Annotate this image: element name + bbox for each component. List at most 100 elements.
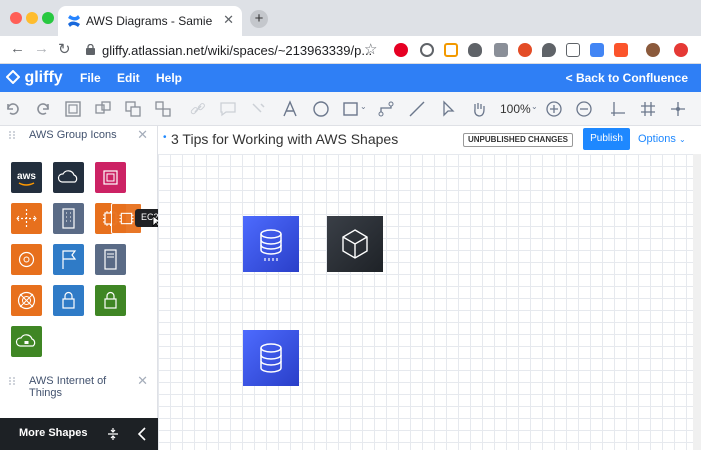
corporate-datacenter-shape[interactable] [53, 203, 84, 234]
collapse-icon[interactable] [106, 427, 120, 441]
translate-icon[interactable] [590, 43, 604, 57]
pointer-tool-icon[interactable] [440, 100, 458, 118]
document-title[interactable]: 3 Tips for Working with AWS Shapes [171, 131, 398, 147]
connector-tool-icon[interactable] [377, 100, 395, 118]
workflow-icon [103, 170, 118, 185]
more-shapes-bar[interactable]: More Shapes [0, 418, 158, 450]
menu-edit[interactable]: Edit [117, 71, 140, 85]
private-subnet-shape[interactable] [95, 285, 126, 316]
region-shape[interactable] [53, 244, 84, 275]
gliffy-logo-icon [5, 69, 21, 85]
moon-icon[interactable] [420, 43, 434, 57]
vertical-scrollbar[interactable] [693, 154, 701, 450]
redo-icon[interactable] [34, 100, 52, 118]
zoom-chevron-icon[interactable]: ⌄ [531, 102, 538, 111]
grid-icon[interactable] [639, 100, 657, 118]
publish-button[interactable]: Publish [583, 128, 630, 150]
pinterest-icon[interactable] [394, 43, 408, 57]
drawing-canvas[interactable] [158, 154, 701, 450]
chevron-down-icon: ⌄ [678, 135, 686, 144]
zoom-in-icon[interactable] [545, 100, 563, 118]
ellipse-tool-icon[interactable] [312, 100, 330, 118]
rectangle-tool-icon[interactable] [342, 100, 360, 118]
avatar[interactable] [646, 43, 660, 57]
target-icon [17, 291, 36, 310]
lock-icon [104, 291, 117, 309]
menu-file[interactable]: File [80, 71, 101, 85]
chevron-down-icon[interactable]: ⌄ [360, 102, 367, 111]
auto-scaling-icon [16, 209, 37, 228]
comment-icon[interactable] [219, 100, 237, 118]
aws-cloud-logo-shape[interactable]: aws [11, 162, 42, 193]
code-icon[interactable] [566, 43, 580, 57]
guides-icon[interactable] [669, 100, 687, 118]
shield-icon[interactable] [468, 43, 482, 57]
url-text: gliffy.atlassian.net/wiki/spaces/~213963… [102, 43, 373, 58]
ungroup-icon[interactable] [94, 100, 112, 118]
options-dropdown[interactable]: Options ⌄ [638, 133, 686, 145]
send-back-icon[interactable] [154, 100, 172, 118]
vpc-shape[interactable] [53, 285, 84, 316]
forward-arrow-icon[interactable]: → [34, 40, 49, 57]
aws-cloud-shape[interactable] [53, 162, 84, 193]
minimize-window-button[interactable] [26, 12, 38, 24]
line-tool-icon[interactable] [408, 100, 426, 118]
canvas-shape-database-2[interactable] [243, 330, 299, 386]
close-icon[interactable]: ✕ [137, 127, 148, 143]
server-contents-shape[interactable] [95, 244, 126, 275]
spot-fleet-shape[interactable] [11, 244, 42, 275]
brave-icon[interactable] [614, 43, 628, 57]
elastic-beanstalk-container-shape[interactable] [11, 285, 42, 316]
zoom-out-icon[interactable] [575, 100, 593, 118]
toolbar: ⌄ 100% ⌄ [0, 92, 701, 126]
bookmark-star-icon[interactable]: ☆ [364, 40, 377, 58]
format-painter-icon[interactable] [249, 100, 267, 118]
bring-front-icon[interactable] [124, 100, 142, 118]
extension-icon[interactable] [494, 43, 508, 57]
close-icon[interactable]: ✕ [137, 373, 148, 389]
tab-close-icon[interactable]: ✕ [223, 12, 234, 28]
section-header-aws-iot[interactable]: AWS Internet of Things ✕ [0, 372, 158, 402]
menu-help[interactable]: Help [156, 71, 182, 85]
drag-handle-icon[interactable] [8, 376, 16, 386]
back-arrow-icon[interactable]: ← [10, 40, 25, 57]
maximize-window-button[interactable] [42, 12, 54, 24]
text-tool-icon[interactable] [281, 100, 299, 118]
cloud-icon [57, 170, 78, 183]
tab-title: AWS Diagrams - Samie Kaufma [86, 14, 214, 28]
hand-tool-icon[interactable] [470, 100, 488, 118]
aws-step-functions-shape[interactable] [95, 162, 126, 193]
bullet-icon: • [163, 132, 167, 143]
drag-handle-icon[interactable] [8, 130, 16, 140]
close-window-button[interactable] [10, 12, 22, 24]
new-tab-button[interactable]: + [250, 10, 268, 28]
public-subnet-shape[interactable] [11, 326, 42, 357]
app-header: gliffy File Edit Help < Back to Confluen… [0, 64, 701, 92]
group-icon[interactable] [64, 100, 82, 118]
canvas-shape-database-1[interactable] [243, 216, 299, 272]
browser-tab[interactable]: AWS Diagrams - Samie Kaufma ✕ [58, 6, 242, 36]
section-header-aws-group-icons[interactable]: AWS Group Icons ✕ [0, 126, 158, 146]
back-to-confluence-link[interactable]: < Back to Confluence [566, 71, 688, 85]
canvas-shape-ec2[interactable] [327, 216, 383, 272]
cloud-lock-icon [15, 334, 36, 347]
server-icon [104, 249, 117, 270]
options-label: Options [638, 133, 676, 145]
stop-icon[interactable] [674, 43, 688, 57]
undo-icon[interactable] [4, 100, 22, 118]
document-icon[interactable] [444, 43, 458, 57]
link-icon[interactable] [189, 100, 207, 118]
reload-icon[interactable]: ↻ [58, 40, 71, 58]
flag-icon [62, 250, 77, 269]
section-title: AWS Internet of Things [29, 375, 107, 399]
url-field[interactable]: gliffy.atlassian.net/wiki/spaces/~213963… [82, 39, 382, 61]
more-shapes-label: More Shapes [19, 427, 88, 439]
auto-scaling-group-shape[interactable] [11, 203, 42, 234]
t-extension-icon[interactable] [518, 43, 532, 57]
snap-to-grid-icon[interactable] [609, 100, 627, 118]
document-header: • 3 Tips for Working with AWS Shapes UNP… [158, 126, 701, 154]
shape-library-panel: AWS Group Icons ✕ aws AWS Internet of Th… [0, 126, 158, 450]
zoom-level[interactable]: 100% [500, 102, 531, 116]
location-icon[interactable] [542, 43, 556, 57]
chevron-left-icon[interactable] [137, 427, 147, 441]
